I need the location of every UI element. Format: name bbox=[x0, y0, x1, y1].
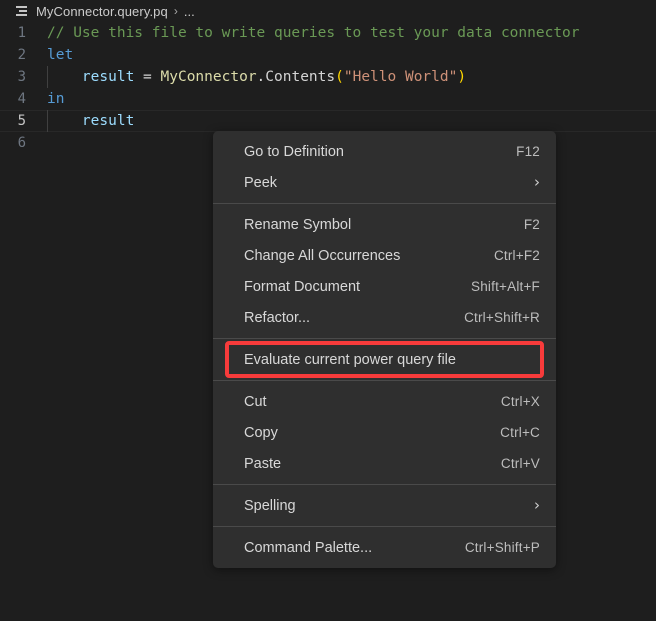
code-token-var: result bbox=[81, 113, 135, 129]
menu-item-rename-symbol[interactable]: Rename Symbol F2 bbox=[213, 209, 556, 240]
menu-item-evaluate-current-power-query-file[interactable]: Evaluate current power query file bbox=[225, 341, 544, 378]
code-token-keyword: in bbox=[47, 91, 65, 107]
menu-item-shortcut: Ctrl+C bbox=[500, 425, 540, 440]
menu-separator bbox=[213, 526, 556, 527]
code-line[interactable]: 3 result = MyConnector.Contents("Hello W… bbox=[0, 66, 656, 88]
menu-item-label: Peek bbox=[244, 174, 278, 191]
code-line-text: result bbox=[47, 110, 656, 132]
menu-item-cut[interactable]: Cut Ctrl+X bbox=[213, 386, 556, 417]
code-token-op: = bbox=[134, 69, 161, 85]
screenshot-root: MyConnector.query.pq › ... 1 // Use this … bbox=[0, 0, 656, 621]
menu-item-label: Change All Occurrences bbox=[244, 247, 401, 264]
menu-item-refactor[interactable]: Refactor... Ctrl+Shift+R bbox=[213, 302, 556, 333]
indent-guide bbox=[47, 110, 48, 132]
menu-item-label: Paste bbox=[244, 455, 282, 472]
breadcrumb-ellipsis[interactable]: ... bbox=[184, 4, 195, 19]
menu-item-shortcut: Ctrl+X bbox=[500, 394, 540, 409]
line-number: 2 bbox=[17, 47, 26, 63]
code-line[interactable]: 4 in bbox=[0, 88, 656, 110]
menu-item-label: Format Document bbox=[244, 278, 361, 295]
menu-item-label: Refactor... bbox=[244, 309, 311, 326]
menu-item-change-all-occurrences[interactable]: Change All Occurrences Ctrl+F2 bbox=[213, 240, 556, 271]
menu-item-format-document[interactable]: Format Document Shift+Alt+F bbox=[213, 271, 556, 302]
menu-item-shortcut: Ctrl+V bbox=[500, 456, 540, 471]
menu-item-command-palette[interactable]: Command Palette... Ctrl+Shift+P bbox=[213, 532, 556, 563]
breadcrumb-separator-icon: › bbox=[173, 4, 178, 18]
menu-item-spelling[interactable]: Spelling › bbox=[213, 490, 556, 521]
line-number: 5 bbox=[17, 113, 26, 129]
menu-item-shortcut: Shift+Alt+F bbox=[471, 279, 540, 294]
menu-item-label: Go to Definition bbox=[244, 143, 344, 160]
code-token-paren: ) bbox=[457, 69, 467, 85]
menu-separator bbox=[213, 203, 556, 204]
menu-item-go-to-definition[interactable]: Go to Definition F12 bbox=[213, 136, 556, 167]
menu-item-shortcut: Ctrl+Shift+R bbox=[464, 310, 540, 325]
menu-item-paste[interactable]: Paste Ctrl+V bbox=[213, 448, 556, 479]
code-line-text: let bbox=[47, 47, 656, 63]
menu-item-shortcut: F2 bbox=[523, 217, 540, 232]
code-token-type: MyConnector bbox=[160, 69, 257, 85]
outline-list-icon bbox=[16, 4, 30, 18]
code-line[interactable]: 2 let bbox=[0, 44, 656, 66]
menu-item-label: Spelling bbox=[244, 497, 296, 514]
menu-item-copy[interactable]: Copy Ctrl+C bbox=[213, 417, 556, 448]
code-token-plain: .Contents bbox=[256, 69, 336, 85]
menu-item-label: Cut bbox=[244, 393, 267, 410]
code-token-keyword: let bbox=[47, 47, 74, 63]
code-line[interactable]: 5 result bbox=[0, 110, 656, 132]
menu-item-label: Copy bbox=[244, 424, 278, 441]
menu-item-shortcut: F12 bbox=[516, 144, 540, 159]
line-number: 1 bbox=[17, 25, 26, 41]
menu-item-label: Evaluate current power query file bbox=[244, 351, 456, 368]
menu-item-shortcut: Ctrl+Shift+P bbox=[464, 540, 540, 555]
chevron-right-icon: › bbox=[534, 496, 540, 514]
menu-separator bbox=[213, 484, 556, 485]
code-line-text: in bbox=[47, 91, 656, 107]
code-token-var: result bbox=[81, 69, 135, 85]
indent-guide bbox=[47, 66, 48, 88]
chevron-right-icon: › bbox=[534, 173, 540, 191]
code-line-text: result = MyConnector.Contents("Hello Wor… bbox=[47, 66, 656, 88]
code-token-paren: ( bbox=[335, 69, 344, 85]
menu-item-shortcut: Ctrl+F2 bbox=[493, 248, 540, 263]
line-number: 3 bbox=[17, 69, 26, 85]
breadcrumb: MyConnector.query.pq › ... bbox=[0, 0, 656, 22]
menu-separator bbox=[213, 338, 556, 339]
line-number: 6 bbox=[17, 135, 26, 151]
context-menu-items: Go to Definition F12 Peek › Rename Symbol F2 C… bbox=[213, 136, 556, 563]
code-token-comment: // Use this file to write queries to tes… bbox=[47, 25, 580, 41]
menu-item-label: Command Palette... bbox=[244, 539, 373, 556]
menu-item-label: Rename Symbol bbox=[244, 216, 352, 233]
menu-item-peek[interactable]: Peek › bbox=[213, 167, 556, 198]
breadcrumb-file-name[interactable]: MyConnector.query.pq bbox=[36, 4, 168, 19]
code-line-text: // Use this file to write queries to tes… bbox=[47, 25, 656, 41]
code-line[interactable]: 1 // Use this file to write queries to te… bbox=[0, 22, 656, 44]
menu-separator bbox=[213, 380, 556, 381]
code-token-string: "Hello World" bbox=[343, 69, 458, 85]
line-number: 4 bbox=[17, 91, 26, 107]
editor-context-menu[interactable]: Go to Definition F12 Peek › Rename Symbol F2 C… bbox=[213, 131, 556, 568]
